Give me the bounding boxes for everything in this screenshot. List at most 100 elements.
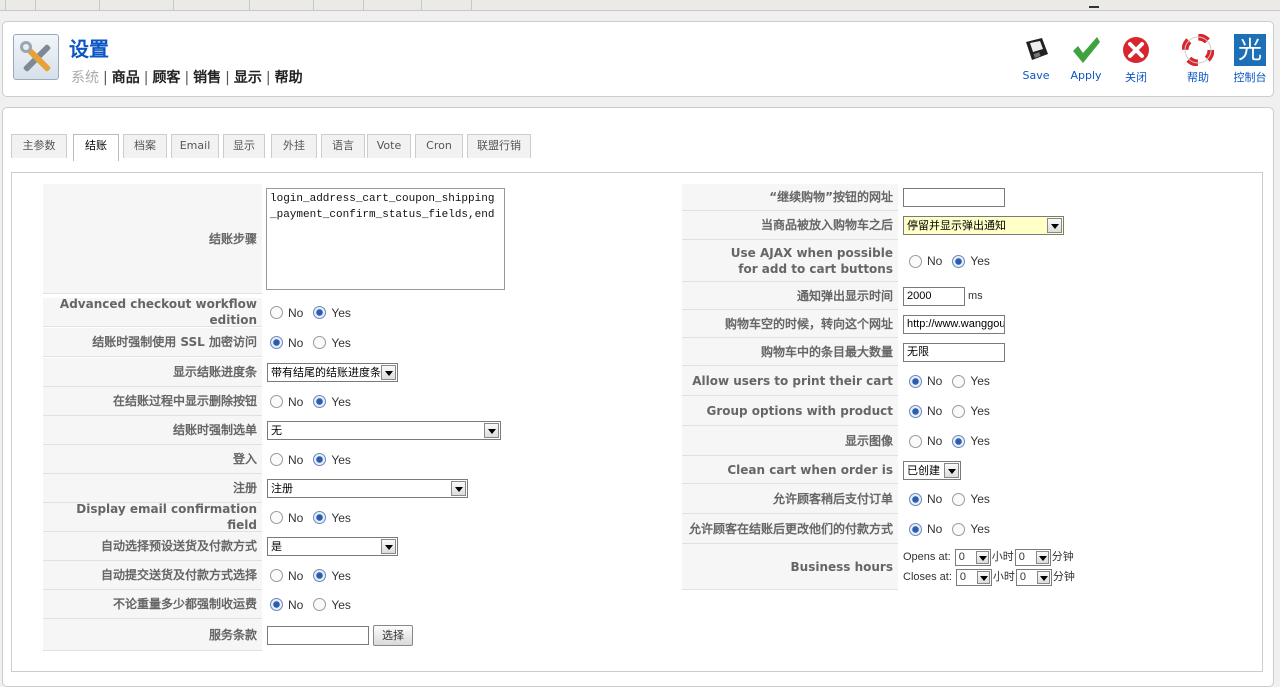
tab-vote[interactable]: Vote	[367, 134, 411, 158]
show-remove-yes-radio[interactable]	[313, 395, 327, 408]
force-menu-select[interactable]: 无	[267, 421, 501, 440]
setting-show-remove: 在结账过程中显示删除按钮 No Yes	[43, 387, 513, 416]
pay-later-no-radio[interactable]	[909, 492, 922, 506]
setting-auto-submit: 自动提交送货及付款方式选择 No Yes	[43, 561, 513, 590]
chevron-down-icon	[976, 570, 990, 584]
login-no-radio[interactable]	[270, 453, 283, 466]
setting-show-image: 显示图像 No Yes	[682, 426, 1242, 456]
setting-empty-redirect: 购物车空的时候，转向这个网址 http://www.wanggou	[682, 310, 1242, 338]
popup-time-input[interactable]: 2000	[903, 286, 965, 306]
terms-select-button[interactable]: 选择	[373, 624, 413, 646]
force-ssl-yes-radio[interactable]	[313, 336, 327, 349]
setting-email-confirm: Display email confirmation field No Yes	[43, 502, 513, 532]
submenu-help[interactable]: 帮助	[271, 70, 307, 86]
chevron-down-icon	[381, 539, 396, 554]
tab-main-params[interactable]: 主参数	[11, 134, 67, 158]
tab-display[interactable]: 显示	[223, 134, 265, 158]
setting-progress-bar: 显示结账进度条 带有结尾的结账进度条	[43, 358, 513, 387]
auto-submit-no-radio[interactable]	[270, 569, 283, 582]
setting-clean-cart: Clean cart when order is 已创建	[682, 456, 1242, 484]
submenu-display[interactable]: 显示	[230, 70, 266, 86]
force-shipping-no-radio[interactable]	[270, 598, 283, 611]
setting-continue-url: “继续购物”按钮的网址	[682, 184, 1242, 211]
page-title: 设置	[69, 37, 109, 61]
clean-cart-select[interactable]: 已创建	[903, 460, 961, 480]
auto-submit-yes-radio[interactable]	[313, 569, 327, 582]
continue-url-input[interactable]	[903, 188, 1005, 207]
chevron-down-icon	[1035, 550, 1049, 564]
show-remove-no-radio[interactable]	[270, 395, 283, 408]
group-options-no-radio[interactable]	[909, 404, 922, 418]
check-icon	[1073, 37, 1100, 63]
setting-auto-select: 自动选择预设送货及付款方式 是	[43, 532, 513, 561]
main-panel: 主参数 结账 档案 Email 显示 外挂 语言 Vote Cron 联盟行销 …	[2, 107, 1274, 687]
setting-after-add: 当商品被放入购物车之后 停留并显示弹出通知	[682, 211, 1242, 240]
register-select[interactable]: 注册	[267, 479, 468, 498]
dashboard-logo-icon: 光	[1234, 34, 1266, 66]
tab-language[interactable]: 语言	[321, 134, 365, 158]
dashboard-button[interactable]: 光 控制台	[1225, 34, 1275, 90]
setting-change-payment: 允许顾客在结账后更改他们的付款方式 No Yes	[682, 514, 1242, 544]
open-hour-select[interactable]: 0	[954, 548, 991, 566]
ajax-yes-radio[interactable]	[952, 254, 966, 268]
checkout-steps-textarea[interactable]: login_address_cart_coupon_shipping_payme…	[266, 188, 505, 290]
submenu: 系统 | 商品 | 顾客 | 销售 | 显示 | 帮助	[71, 67, 307, 87]
checkout-settings-pane: 结账步骤 login_address_cart_coupon_shipping_…	[11, 172, 1263, 672]
tab-cron[interactable]: Cron	[415, 134, 463, 158]
force-shipping-yes-radio[interactable]	[313, 598, 327, 611]
advanced-workflow-yes-radio[interactable]	[313, 306, 327, 319]
tab-affiliate[interactable]: 联盟行销	[467, 134, 531, 158]
print-cart-no-radio[interactable]	[909, 374, 922, 388]
max-items-input[interactable]: 无限	[903, 342, 1005, 362]
pay-later-yes-radio[interactable]	[952, 492, 966, 506]
minimize-icon[interactable]	[1089, 2, 1099, 8]
chevron-down-icon	[451, 481, 466, 496]
advanced-workflow-no-radio[interactable]	[270, 306, 283, 319]
login-yes-radio[interactable]	[313, 453, 327, 466]
terms-input[interactable]	[267, 625, 369, 645]
email-confirm-no-radio[interactable]	[270, 511, 283, 524]
help-button[interactable]: 帮助	[1173, 34, 1223, 90]
close-circle-icon	[1123, 37, 1149, 63]
chevron-down-icon	[1036, 570, 1050, 584]
setting-force-menu: 结账时强制选单 无	[43, 416, 513, 445]
tab-profile[interactable]: 档案	[123, 134, 167, 158]
save-button[interactable]: Save	[1011, 34, 1061, 90]
auto-select-select[interactable]: 是	[267, 537, 398, 556]
close-hour-select[interactable]: 0	[955, 568, 992, 586]
setting-login: 登入 No Yes	[43, 445, 513, 474]
submenu-sales[interactable]: 销售	[189, 70, 225, 86]
show-image-no-radio[interactable]	[909, 434, 922, 448]
lifebuoy-help-icon	[1182, 34, 1214, 66]
open-minute-select[interactable]: 0	[1014, 548, 1051, 566]
change-payment-yes-radio[interactable]	[952, 522, 966, 536]
setting-force-shipping: 不论重量多少都强制收运费 No Yes	[43, 590, 513, 619]
change-payment-no-radio[interactable]	[909, 522, 922, 536]
close-button[interactable]: 关闭	[1111, 34, 1161, 90]
empty-redirect-input[interactable]: http://www.wanggou	[903, 314, 1005, 334]
setting-max-items: 购物车中的条目最大数量 无限	[682, 338, 1242, 366]
submenu-customers[interactable]: 顾客	[148, 70, 184, 86]
chevron-down-icon	[975, 550, 989, 564]
submenu-products[interactable]: 商品	[108, 70, 144, 86]
setting-business-hours: Business hours Opens at: 0 小时 0 分钟 Close…	[682, 544, 1242, 590]
setting-checkout-steps: 结账步骤 login_address_cart_coupon_shipping_…	[43, 184, 513, 294]
chevron-down-icon	[381, 365, 396, 380]
tools-settings-icon	[13, 34, 59, 80]
close-minute-select[interactable]: 0	[1015, 568, 1052, 586]
after-add-select[interactable]: 停留并显示弹出通知	[903, 216, 1064, 235]
tab-checkout[interactable]: 结账	[73, 134, 119, 161]
tab-plugins[interactable]: 外挂	[271, 134, 317, 158]
print-cart-yes-radio[interactable]	[952, 374, 966, 388]
email-confirm-yes-radio[interactable]	[313, 511, 327, 524]
show-image-yes-radio[interactable]	[952, 434, 966, 448]
tab-email[interactable]: Email	[171, 134, 219, 158]
setting-register: 注册 注册	[43, 474, 513, 503]
chevron-down-icon	[484, 423, 499, 438]
ajax-no-radio[interactable]	[909, 254, 922, 268]
group-options-yes-radio[interactable]	[952, 404, 966, 418]
setting-terms: 服务条款 选择	[43, 619, 513, 651]
force-ssl-no-radio[interactable]	[270, 336, 283, 349]
apply-button[interactable]: Apply	[1061, 34, 1111, 90]
progress-bar-select[interactable]: 带有结尾的结账进度条	[267, 363, 398, 382]
